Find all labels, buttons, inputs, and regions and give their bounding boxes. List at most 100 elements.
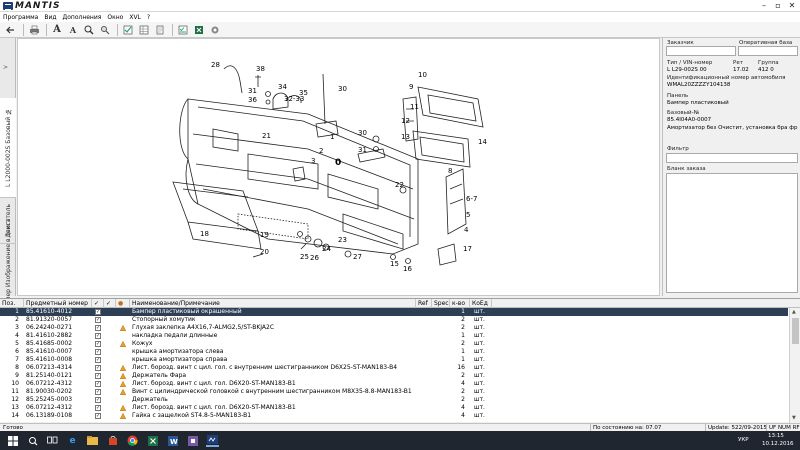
table-row[interactable]: 7 85.41610-0008 ✓ крышка амортизатора справ… bbox=[0, 356, 788, 364]
shock-description: Амортизатор без Очистит, установка бра ф… bbox=[667, 125, 798, 131]
file-explorer-icon[interactable] bbox=[86, 434, 99, 447]
row-checkbox[interactable]: ✓ bbox=[95, 389, 101, 395]
table-row[interactable]: 11 81.90030-0202 ✓ Винт с цилиндрической го… bbox=[0, 388, 788, 396]
menu-help[interactable]: ? bbox=[147, 14, 150, 21]
cell-unit: шт. bbox=[474, 340, 485, 347]
clock-time[interactable]: 13:15 bbox=[768, 433, 784, 439]
menu-program[interactable]: Программа bbox=[3, 14, 38, 21]
warning-icon bbox=[119, 364, 127, 371]
col-check-1[interactable]: ✓ bbox=[92, 299, 104, 308]
zoom-icon[interactable] bbox=[82, 23, 96, 37]
palette-icon[interactable] bbox=[208, 23, 222, 37]
maximize-button[interactable]: ▫ bbox=[771, 0, 785, 12]
callout-label: 3 bbox=[311, 157, 315, 165]
printer-icon[interactable] bbox=[27, 23, 41, 37]
excel-icon[interactable] bbox=[146, 434, 159, 447]
cell-pos: 4 bbox=[15, 332, 19, 339]
store-icon[interactable] bbox=[106, 434, 119, 447]
menu-extras[interactable]: Дополнения bbox=[63, 14, 102, 21]
cell-unit: шт. bbox=[474, 364, 485, 371]
row-checkbox[interactable]: ✓ bbox=[95, 365, 101, 371]
checklist-icon[interactable] bbox=[121, 23, 135, 37]
task-view-icon[interactable] bbox=[46, 434, 59, 447]
row-checkbox[interactable]: ✓ bbox=[95, 397, 101, 403]
text-A-small-icon[interactable]: A bbox=[66, 23, 80, 37]
row-checkbox[interactable]: ✓ bbox=[95, 357, 101, 363]
row-checkbox[interactable]: ✓ bbox=[95, 333, 101, 339]
excel-icon[interactable] bbox=[192, 23, 206, 37]
col-spec[interactable]: Spec bbox=[432, 299, 450, 308]
menu-xvl[interactable]: XVL bbox=[129, 14, 141, 21]
col-name[interactable]: Наименование/Примечание bbox=[130, 299, 416, 308]
tab-vin[interactable]: VIN-номер Изображение в текст bbox=[0, 219, 16, 321]
grid-icon[interactable] bbox=[137, 23, 151, 37]
row-checkbox[interactable]: ✓ bbox=[95, 317, 101, 323]
order-form-area[interactable] bbox=[666, 173, 798, 293]
col-pos[interactable]: Поз. bbox=[0, 299, 24, 308]
row-checkbox[interactable]: ✓ bbox=[95, 309, 101, 315]
word-icon[interactable]: W bbox=[166, 434, 179, 447]
col-ref[interactable]: Ref bbox=[416, 299, 432, 308]
text-A-large-icon[interactable]: A bbox=[50, 23, 64, 37]
back-arrow-icon[interactable] bbox=[4, 23, 18, 37]
table-row[interactable]: 3 06.24240-0271 ✓ Глухая заклепка А4Х16,7-A… bbox=[0, 324, 788, 332]
menu-view[interactable]: Вид bbox=[44, 14, 56, 21]
col-qty[interactable]: к-во bbox=[450, 299, 470, 308]
row-checkbox[interactable]: ✓ bbox=[95, 413, 101, 419]
tab-catalog[interactable]: L L2000-002S Базовый № bbox=[0, 98, 16, 198]
cell-part-number: 06.07212-4312 bbox=[26, 404, 73, 411]
chrome-icon[interactable] bbox=[126, 434, 139, 447]
col-warning[interactable]: ● bbox=[116, 299, 130, 308]
search-icon[interactable] bbox=[26, 434, 39, 447]
app-icon[interactable] bbox=[186, 434, 199, 447]
table-row[interactable]: 1 85.41610-4012 ✓ Бампер пластиковый окраше… bbox=[0, 308, 788, 316]
table-row[interactable]: 9 81.25140-0121 ✓ Держатель Фара 2 шт. bbox=[0, 372, 788, 380]
minimize-button[interactable]: – bbox=[757, 0, 771, 12]
keyboard-language[interactable]: УКР bbox=[738, 437, 749, 443]
row-checkbox[interactable]: ✓ bbox=[95, 373, 101, 379]
customer-field[interactable] bbox=[666, 46, 736, 56]
cell-pos: 2 bbox=[15, 316, 19, 323]
col-check-2[interactable]: ✓ bbox=[104, 299, 116, 308]
operational-base-field[interactable] bbox=[738, 46, 798, 56]
windows-start-icon[interactable] bbox=[6, 434, 19, 447]
row-checkbox[interactable]: ✓ bbox=[95, 349, 101, 355]
expand-arrow-icon[interactable]: > bbox=[3, 64, 8, 71]
col-part-number[interactable]: Предметный номер bbox=[24, 299, 92, 308]
row-checkbox[interactable]: ✓ bbox=[95, 341, 101, 347]
scroll-up-icon[interactable]: ▲ bbox=[792, 309, 796, 315]
table-row[interactable]: 4 81.41610-2882 ✓ накладка педали длинные 1 ш… bbox=[0, 332, 788, 340]
edge-icon[interactable]: e bbox=[66, 434, 79, 447]
cell-qty: 4 bbox=[461, 412, 465, 419]
table-row[interactable]: 13 06.07212-4312 ✓ Лист. борозд. винт с цил… bbox=[0, 404, 788, 412]
scroll-thumb[interactable] bbox=[792, 318, 799, 344]
table-row[interactable]: 14 06.13189-0108 ✓ Гайка с защелкой ST4.8-5… bbox=[0, 412, 788, 420]
table-scrollbar[interactable]: ▲ ▼ bbox=[789, 308, 800, 423]
menu-window[interactable]: Окно bbox=[107, 14, 123, 21]
parts-diagram[interactable]: 28 38 34 35 31 36 32-33 30 10 9 11 21 2 … bbox=[17, 38, 660, 296]
type-vin-value: L L29-002S 00 bbox=[667, 67, 707, 73]
close-button[interactable]: ✕ bbox=[785, 0, 799, 12]
col-unit[interactable]: КоЕд bbox=[470, 299, 492, 308]
search-icon[interactable] bbox=[98, 23, 112, 37]
cell-qty: 1 bbox=[461, 356, 465, 363]
table-row[interactable]: 12 85.25245-0003 ✓ Держатель 2 шт. bbox=[0, 396, 788, 404]
toolbar-separator bbox=[172, 23, 173, 36]
callout-label: 36 bbox=[248, 96, 257, 104]
row-checkbox[interactable]: ✓ bbox=[95, 325, 101, 331]
row-checkbox[interactable]: ✓ bbox=[95, 381, 101, 387]
checklist-alt-icon[interactable] bbox=[176, 23, 190, 37]
filter-input[interactable] bbox=[666, 153, 798, 163]
table-row[interactable]: 10 06.07212-4312 ✓ Лист. борозд. винт с цил… bbox=[0, 380, 788, 388]
clock-date[interactable]: 10.12.2016 bbox=[762, 441, 794, 447]
table-row[interactable]: 2 81.91320-0057 ✓ Стопорный хомутик 2 шт. bbox=[0, 316, 788, 324]
table-row[interactable]: 8 06.07213-4314 ✓ Лист. борозд. винт с цил.… bbox=[0, 364, 788, 372]
sheet-icon[interactable] bbox=[153, 23, 167, 37]
mantis-icon[interactable] bbox=[206, 434, 219, 447]
table-row[interactable]: 5 85.41685-0002 ✓ Кожух 2 шт. bbox=[0, 340, 788, 348]
callout-label: 2 bbox=[319, 147, 323, 155]
toolbar-separator bbox=[23, 23, 24, 36]
row-checkbox[interactable]: ✓ bbox=[95, 405, 101, 411]
scroll-down-icon[interactable]: ▼ bbox=[792, 415, 796, 421]
table-row[interactable]: 6 85.41610-0007 ✓ крышка амортизатора слева… bbox=[0, 348, 788, 356]
